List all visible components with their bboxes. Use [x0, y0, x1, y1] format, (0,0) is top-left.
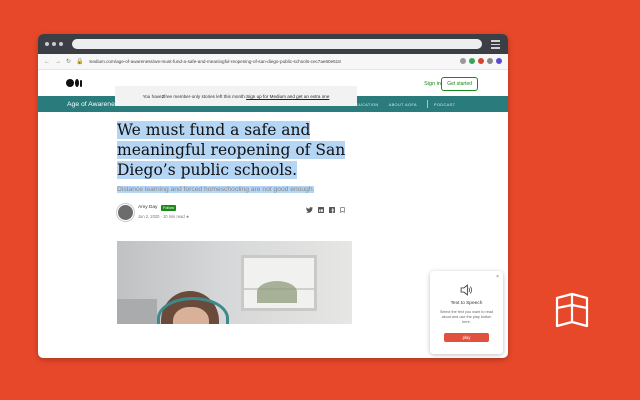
article-hero-image [117, 241, 352, 324]
article-meta: Jun 2, 2020 · 10 min read ★ [138, 214, 190, 219]
extension-icon[interactable] [478, 58, 484, 64]
play-button[interactable]: play [444, 333, 489, 342]
tts-title: Text to Speech [450, 301, 483, 306]
article-title[interactable]: We must fund a safe and meaningful reope… [117, 120, 347, 180]
signin-link[interactable]: Sign in [424, 81, 441, 87]
window-controls[interactable] [45, 42, 63, 46]
plant-illustration [257, 281, 297, 303]
follow-button[interactable]: Follow [161, 205, 176, 211]
lock-icon: 🔒 [76, 59, 84, 65]
twitter-icon[interactable] [306, 207, 313, 213]
tts-description: Select the text you want to read aloud a… [439, 310, 494, 324]
signup-link[interactable]: Sign up for Medium and get an extra one [246, 94, 329, 99]
title-line: meaningful reopening of San [117, 141, 346, 159]
linkedin-icon[interactable] [318, 207, 324, 213]
tts-popup: × Text to Speech Select the text you wan… [430, 271, 503, 354]
author-name[interactable]: Amy Day [138, 205, 157, 210]
share-icons [306, 207, 345, 213]
url-field[interactable]: medium.com/age-of-awareness/we-must-fund… [89, 59, 341, 64]
title-line: We must fund a safe and [117, 121, 311, 139]
bookmark-icon[interactable] [340, 207, 345, 213]
open-book-icon [555, 292, 589, 328]
banner-text: You have [142, 93, 162, 99]
member-stories-banner: You have 2 free member-only stories left… [115, 86, 357, 106]
speaker-icon [460, 284, 473, 296]
publication-name[interactable]: Age of Awareness [67, 101, 122, 108]
extension-icon[interactable] [469, 58, 475, 64]
avatar[interactable] [117, 204, 134, 221]
browser-titlebar [38, 34, 508, 54]
back-icon[interactable]: ← [44, 59, 50, 65]
extension-icons [460, 58, 502, 64]
facebook-icon[interactable] [329, 207, 335, 213]
address-bar: ← → ↻ 🔒 medium.com/age-of-awareness/we-m… [38, 54, 508, 70]
pub-nav-item[interactable]: ABOUT AOFA [389, 102, 417, 107]
extension-icon[interactable] [460, 58, 466, 64]
get-started-button[interactable]: Get started [441, 77, 478, 91]
medium-logo-icon[interactable] [66, 79, 82, 87]
profile-icon[interactable] [496, 58, 502, 64]
nav-divider [426, 100, 428, 108]
pub-nav-item[interactable]: PODCAST [434, 102, 455, 107]
menu-icon[interactable] [491, 40, 500, 51]
extension-icon[interactable] [487, 58, 493, 64]
bed-illustration [117, 299, 157, 324]
close-icon[interactable]: × [496, 274, 499, 280]
banner-text: free member-only stories left this month… [164, 93, 247, 99]
reload-icon[interactable]: ↻ [66, 58, 71, 65]
article-subtitle[interactable]: Distance learning and forced homeschooli… [117, 186, 315, 193]
forward-icon[interactable]: → [55, 59, 61, 65]
browser-tab-strip[interactable] [72, 39, 482, 49]
author-block: Amy Day Follow Jun 2, 2020 · 10 min read… [117, 202, 351, 224]
title-line: Diego’s public schools. [117, 161, 298, 179]
